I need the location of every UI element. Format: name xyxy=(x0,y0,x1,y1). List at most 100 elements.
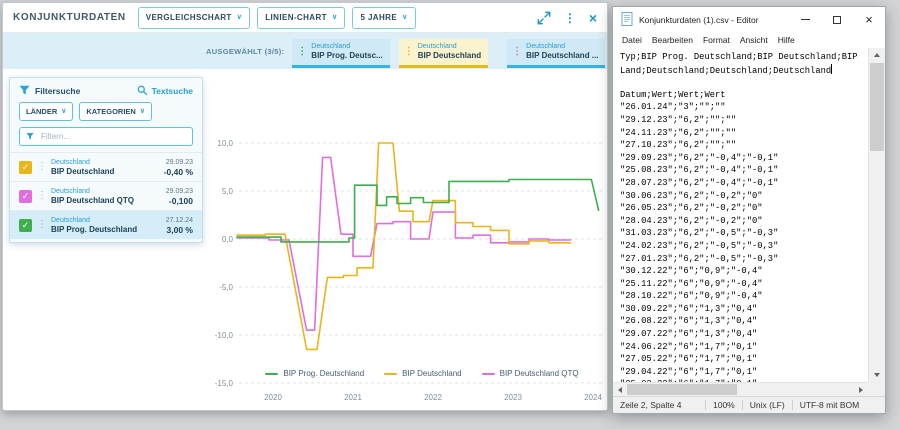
minimize-button[interactable] xyxy=(789,7,821,32)
series-checkbox[interactable]: ✓ xyxy=(19,219,32,232)
csv-text-line: "27.01.23";"6,2";"-0,5";"-0,3" xyxy=(620,253,866,266)
editor-window-title: Konjunkturdaten (1).csv - Editor xyxy=(639,15,759,25)
close-button[interactable]: × xyxy=(853,7,885,32)
chevron-down-icon: ∨ xyxy=(61,108,66,115)
csv-text-line: Datum;Wert;Wert;Wert xyxy=(620,89,866,102)
chip-kebab-icon[interactable]: ⋮ xyxy=(404,47,414,57)
series-checkbox[interactable]: ✓ xyxy=(19,161,32,174)
legend-item: BIP Prog. Deutschland xyxy=(265,369,364,378)
item-kebab-icon[interactable]: ⋮ xyxy=(37,220,47,230)
filter-input[interactable] xyxy=(39,131,186,142)
legend-item: BIP Deutschland QTQ xyxy=(482,369,579,378)
selected-series-chip[interactable]: ⋮DeutschlandBIP Deutschland ... xyxy=(507,39,605,68)
filter-dropdown-kategorien[interactable]: KATEGORIEN∨ xyxy=(79,102,152,121)
toolbar-dropdown[interactable]: VERGLEICHSCHART∨ xyxy=(138,7,251,29)
menu-bearbeiten[interactable]: Bearbeiten xyxy=(647,35,698,45)
close-icon[interactable]: × xyxy=(589,10,597,26)
chevron-down-icon: ∨ xyxy=(402,14,408,21)
csv-text-line: "25.08.23";"6,2";"-0,4";"-0,1" xyxy=(620,164,866,177)
notepad-file-icon xyxy=(621,12,633,27)
menu-ansicht[interactable]: Ansicht xyxy=(735,35,773,45)
series-list-item[interactable]: ✓⋮DeutschlandBIP Prog. Deutschland27.12.… xyxy=(10,210,202,239)
csv-text-line: "29.09.23";"6,2";"-0,4";"-0,1" xyxy=(620,152,866,165)
selected-series-chip[interactable]: ⋮DeutschlandBIP Prog. Deutsc... xyxy=(292,39,389,68)
scroll-up-icon[interactable] xyxy=(869,48,885,62)
series-date: 29.09.23 xyxy=(166,187,193,196)
funnel-icon xyxy=(19,85,30,96)
menu-datei[interactable]: Datei xyxy=(617,35,647,45)
series-country: Deutschland xyxy=(51,158,114,167)
csv-text-line: "27.10.23";"6,2";"";"" xyxy=(620,139,866,152)
csv-text-line: "27.05.22";"6";"1,7";"0,1" xyxy=(620,353,866,366)
svg-text:10,0: 10,0 xyxy=(217,139,233,148)
selected-count-label: AUSGEWÄHLT (3/5): xyxy=(206,47,284,56)
csv-text-line: "31.03.23";"6,2";"-0,5";"-0,3" xyxy=(620,227,866,240)
app-title: KONJUNKTURDATEN xyxy=(13,12,126,23)
status-cell: Unix (LF) xyxy=(742,400,792,410)
csv-text-line: "28.10.22";"6";"0,9";"-0,4" xyxy=(620,290,866,303)
scroll-down-icon[interactable] xyxy=(869,368,885,382)
csv-text-line: "28.04.23";"6,2";"-0,2";"0" xyxy=(620,215,866,228)
series-value: -0,100 xyxy=(166,196,193,206)
menu-hilfe[interactable]: Hilfe xyxy=(773,35,800,45)
horizontal-scroll-thumb[interactable] xyxy=(627,384,737,395)
chip-kebab-icon[interactable]: ⋮ xyxy=(512,47,522,57)
text-search-tab[interactable]: Textsuche xyxy=(137,85,193,96)
maximize-button[interactable] xyxy=(821,7,853,32)
chip-country: Deutschland xyxy=(311,42,382,51)
legend-swatch xyxy=(384,373,397,375)
text-caret xyxy=(831,64,832,74)
chip-series-name: BIP Deutschland xyxy=(418,51,481,61)
notepad-editor-window: Konjunkturdaten (1).csv - Editor × Datei… xyxy=(612,6,886,414)
series-name: BIP Prog. Deutschland xyxy=(51,225,137,235)
status-cell: Zeile 2, Spalte 4 xyxy=(613,400,705,410)
vertical-scrollbar[interactable] xyxy=(868,48,885,382)
series-checkbox[interactable]: ✓ xyxy=(19,190,32,203)
series-value: -0,40 % xyxy=(164,167,193,177)
selected-series-bar: AUSGEWÄHLT (3/5): ⋮DeutschlandBIP Prog. … xyxy=(3,33,607,69)
series-name: BIP Deutschland QTQ xyxy=(51,196,134,206)
item-kebab-icon[interactable]: ⋮ xyxy=(37,162,47,172)
svg-text:-10,0: -10,0 xyxy=(215,331,234,340)
svg-text:2021: 2021 xyxy=(344,393,362,402)
scroll-right-icon[interactable] xyxy=(854,383,868,396)
csv-text-line: "24.02.23";"6,2";"-0,5";"-0,3" xyxy=(620,240,866,253)
horizontal-scrollbar[interactable] xyxy=(613,382,868,396)
editor-text-area[interactable]: Typ;BIP Prog. Deutschland;BIP Deutschlan… xyxy=(613,48,868,382)
csv-text-line: Land;Deutschland;Deutschland;Deutschland xyxy=(620,64,866,77)
svg-text:2022: 2022 xyxy=(424,393,442,402)
csv-text-line: Typ;BIP Prog. Deutschland;BIP Deutschlan… xyxy=(620,51,866,64)
chevron-down-icon: ∨ xyxy=(237,14,243,21)
series-name: BIP Deutschland xyxy=(51,167,114,177)
svg-text:2024: 2024 xyxy=(584,393,602,402)
csv-text-line: "29.04.22";"6";"1,7";"0,1" xyxy=(620,366,866,379)
chip-kebab-icon[interactable]: ⋮ xyxy=(297,47,307,57)
series-list-item[interactable]: ✓⋮DeutschlandBIP Deutschland29.09.23-0,4… xyxy=(10,152,202,181)
chip-country: Deutschland xyxy=(418,42,481,51)
legend-swatch xyxy=(265,373,278,375)
chip-country: Deutschland xyxy=(526,42,598,51)
csv-text-line: "25.11.22";"6";"0,9";"-0,4" xyxy=(620,278,866,291)
csv-text-line: "24.11.23";"6,2";"";"" xyxy=(620,127,866,140)
series-country: Deutschland xyxy=(51,216,137,225)
svg-text:0,0: 0,0 xyxy=(222,235,234,244)
csv-text-line: "29.12.23";"6,2";"";"" xyxy=(620,114,866,127)
filter-dropdown-länder[interactable]: LÄNDER∨ xyxy=(19,102,73,121)
status-cell: 100% xyxy=(705,400,742,410)
csv-text-line: "30.06.23";"6,2";"-0,2";"0" xyxy=(620,190,866,203)
menu-format[interactable]: Format xyxy=(698,35,735,45)
kebab-menu-icon[interactable]: ⋮ xyxy=(564,11,576,25)
toolbar-dropdown[interactable]: 5 JAHRE∨ xyxy=(352,7,415,29)
status-cell: UTF-8 mit BOM xyxy=(792,400,867,410)
scroll-left-icon[interactable] xyxy=(613,383,627,396)
toolbar-dropdown[interactable]: LINIEN-CHART∨ xyxy=(257,7,345,29)
series-list-item[interactable]: ✓ ⋮ DeutschlandBIP Deutschland QTQ 29.09.23… xyxy=(10,181,202,210)
vertical-scroll-thumb[interactable] xyxy=(870,63,884,151)
csv-text-line: "26.05.23";"6,2";"-0,2";"0" xyxy=(620,202,866,215)
expand-icon[interactable] xyxy=(537,11,551,25)
csv-text-line: "30.09.22";"6";"1,3";"0,4" xyxy=(620,303,866,316)
item-kebab-icon[interactable]: ⋮ xyxy=(37,191,47,201)
series-country: Deutschland xyxy=(51,187,134,196)
search-icon xyxy=(137,85,148,96)
selected-series-chip[interactable]: ⋮ DeutschlandBIP Deutschland xyxy=(399,39,488,68)
